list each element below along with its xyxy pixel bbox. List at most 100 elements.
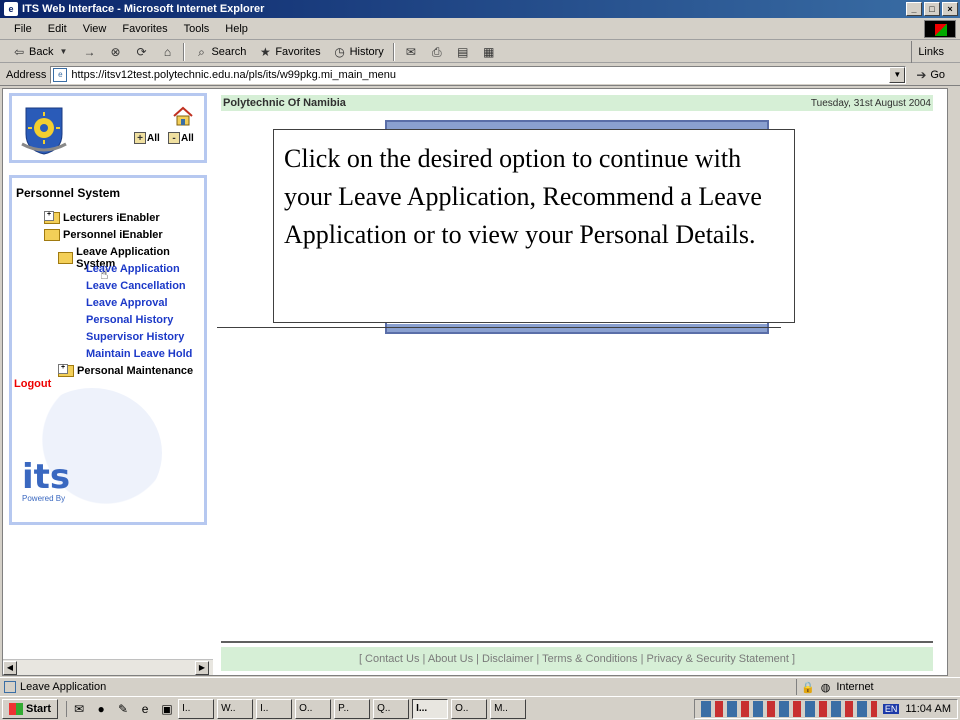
menu-view[interactable]: View — [75, 23, 115, 35]
address-label: Address — [6, 68, 47, 81]
history-icon: ◷ — [334, 44, 345, 59]
minimize-button[interactable]: _ — [906, 2, 922, 16]
toolbar-separator — [392, 42, 395, 61]
menu-edit[interactable]: Edit — [40, 23, 75, 35]
task-button[interactable]: O.. — [295, 698, 332, 719]
hand-cursor-icon: ☝ — [100, 266, 109, 282]
menu-help[interactable]: Help — [217, 23, 256, 35]
links-button[interactable]: Links — [911, 41, 960, 63]
footer-links[interactable]: [ Contact Us | About Us | Disclaimer | T… — [221, 647, 933, 671]
windows-flag-icon — [9, 702, 23, 715]
globe-icon: ◍ — [820, 681, 831, 694]
discuss-icon: ▦ — [483, 44, 495, 59]
menu-file[interactable]: File — [6, 23, 40, 35]
nav-item-maintain-leave-hold[interactable]: Maintain Leave Hold — [86, 348, 192, 360]
task-button[interactable]: P.. — [334, 698, 371, 719]
current-date: Tuesday, 31st August 2004 — [810, 97, 931, 109]
task-button[interactable]: O.. — [451, 698, 488, 719]
language-indicator[interactable]: EN — [882, 704, 900, 714]
chevron-down-icon: ▼ — [59, 46, 68, 56]
discuss-button[interactable]: ▦ — [476, 45, 502, 59]
home-button[interactable]: ⌂ — [154, 45, 180, 59]
address-input[interactable]: e https://itsv12test.polytechnic.edu.na/… — [50, 65, 907, 84]
instruction-callout: Click on the desired option to continue … — [273, 129, 795, 323]
back-arrow-icon: ⇦ — [13, 44, 25, 59]
print-button[interactable]: ⎙ — [424, 45, 450, 59]
back-button[interactable]: ⇦ Back ▼ — [6, 45, 76, 59]
ie-icon[interactable]: e — [137, 701, 153, 717]
go-button[interactable]: ➔ Go — [914, 68, 945, 82]
chevron-down-icon[interactable]: ▼ — [889, 66, 906, 83]
maximize-button[interactable]: □ — [924, 2, 940, 16]
title-bar: e ITS Web Interface - Microsoft Internet… — [0, 0, 960, 18]
task-button-active[interactable]: I... — [412, 698, 449, 719]
expand-folder-icon: + — [134, 132, 146, 144]
task-button[interactable]: M.. — [490, 698, 527, 719]
status-text: Leave Application — [20, 680, 107, 693]
page-icon — [4, 680, 16, 693]
nav-item-personal-history[interactable]: Personal History — [86, 314, 173, 326]
nav-item-personal-maintenance[interactable]: Personal Maintenance — [58, 364, 193, 377]
status-bar: Leave Application 🔒 ◍ Internet — [0, 677, 960, 695]
window-title: ITS Web Interface - Microsoft Internet E… — [22, 3, 265, 15]
mail-icon[interactable]: ✉ — [71, 701, 87, 717]
open-folder-icon — [44, 229, 60, 241]
go-arrow-icon: ➔ — [916, 67, 927, 82]
header-bar: Polytechnic Of Namibia Tuesday, 31st Aug… — [221, 95, 933, 111]
tray-icons[interactable] — [700, 701, 877, 717]
desktop-icon[interactable]: ▣ — [159, 701, 175, 717]
clock: 11:04 AM — [905, 703, 951, 715]
its-logo: its Powered By — [22, 457, 71, 503]
history-button[interactable]: ◷ History — [327, 45, 390, 59]
menu-favorites[interactable]: Favorites — [114, 23, 175, 35]
tool-icon[interactable]: ✎ — [115, 701, 131, 717]
system-tray: EN 11:04 AM — [693, 699, 958, 719]
task-button[interactable]: Q.. — [373, 698, 410, 719]
messenger-icon[interactable]: ● — [93, 701, 109, 717]
scroll-left-icon[interactable]: ◀ — [3, 661, 17, 675]
edit-button[interactable]: ▤ — [450, 45, 476, 59]
stop-icon: ⊗ — [110, 44, 121, 59]
footer-divider — [221, 641, 933, 643]
close-button[interactable]: × — [942, 2, 958, 16]
forward-arrow-icon: → — [83, 44, 96, 59]
lock-icon: 🔒 — [801, 681, 815, 694]
favorites-button[interactable]: ★ Favorites — [252, 45, 326, 59]
taskbar: Start ✉ ● ✎ e ▣ I.. W.. I.. O.. P.. Q.. … — [0, 696, 960, 720]
collapse-all-button[interactable]: - All — [168, 132, 194, 144]
favorites-icon: ★ — [259, 44, 271, 59]
task-button[interactable]: W.. — [217, 698, 254, 719]
nav-title: Personnel System — [16, 186, 121, 200]
nav-item-leave-approval[interactable]: Leave Approval — [86, 297, 168, 309]
horizontal-scrollbar[interactable]: ◀ ▶ — [3, 659, 213, 675]
home-icon[interactable] — [172, 106, 194, 126]
nav-panel: Personnel System Lecturers iEnabler Pers… — [9, 175, 207, 525]
nav-item-lecturers-ienabler[interactable]: Lecturers iEnabler — [44, 211, 160, 224]
forward-button[interactable]: → — [76, 45, 102, 59]
mail-button[interactable]: ✉ — [398, 45, 424, 59]
folder-icon — [44, 211, 60, 224]
task-button[interactable]: I.. — [178, 698, 215, 719]
nav-item-personnel-ienabler[interactable]: Personnel iEnabler — [44, 229, 163, 241]
logout-link[interactable]: Logout — [14, 378, 51, 390]
mail-icon: ✉ — [405, 44, 416, 59]
scroll-right-icon[interactable]: ▶ — [195, 661, 209, 675]
edit-icon: ▤ — [457, 44, 469, 59]
expand-all-button[interactable]: + All — [134, 132, 160, 144]
search-button[interactable]: ⌕ Search — [188, 45, 252, 59]
left-column: + All - All Personnel System Lecturers i… — [3, 89, 213, 675]
divider — [217, 327, 781, 328]
collapse-folder-icon: - — [168, 132, 180, 144]
page-icon: e — [53, 67, 68, 82]
toolbar: ⇦ Back ▼ → ⊗ ⟳ ⌂ ⌕ Search ★ Favorites ◷ … — [0, 41, 960, 63]
menu-tools[interactable]: Tools — [176, 23, 218, 35]
task-button[interactable]: I.. — [256, 698, 293, 719]
open-folder-icon — [58, 252, 74, 264]
menu-bar: File Edit View Favorites Tools Help — [0, 18, 960, 40]
refresh-icon: ⟳ — [136, 44, 147, 59]
nav-item-supervisor-history[interactable]: Supervisor History — [86, 331, 184, 343]
refresh-button[interactable]: ⟳ — [128, 45, 154, 59]
start-button[interactable]: Start — [2, 698, 59, 719]
address-bar: Address e https://itsv12test.polytechnic… — [0, 64, 960, 86]
stop-button[interactable]: ⊗ — [102, 45, 128, 59]
